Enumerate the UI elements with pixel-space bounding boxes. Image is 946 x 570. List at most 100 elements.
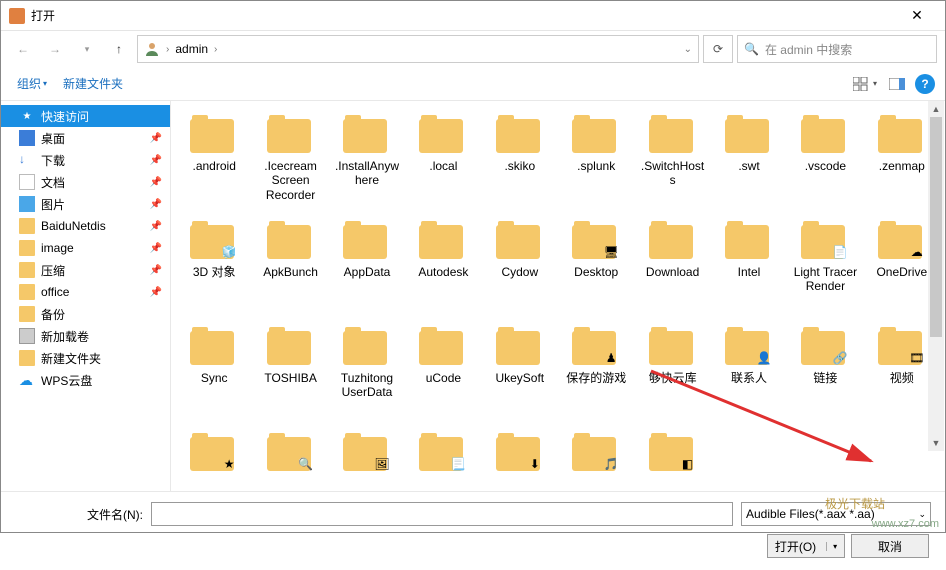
file-item[interactable]: 🔍 xyxy=(253,429,327,491)
sidebar-item-2[interactable]: 下载📌 xyxy=(1,149,170,171)
file-item[interactable]: .SwitchHost s xyxy=(635,111,709,215)
up-button[interactable]: ↑ xyxy=(105,35,133,63)
sidebar-item-1[interactable]: 桌面📌 xyxy=(1,127,170,149)
file-item-label: 保存的游戏 xyxy=(566,371,626,385)
file-item[interactable]: 👤联系人 xyxy=(712,323,786,427)
file-item[interactable]: 📄Light Tracer Render xyxy=(788,217,862,321)
sidebar-item-label: 桌面 xyxy=(41,130,65,147)
folder-icon xyxy=(19,350,35,366)
file-item-label: .zenmap xyxy=(879,159,925,173)
folder-icon xyxy=(419,221,467,261)
sidebar-item-3[interactable]: 文档📌 xyxy=(1,171,170,193)
help-button[interactable]: ? xyxy=(915,74,935,94)
file-item[interactable]: 🎵 xyxy=(559,429,633,491)
file-item[interactable]: Autodesk xyxy=(406,217,480,321)
file-item[interactable]: 🔗链接 xyxy=(788,323,862,427)
new-folder-button[interactable]: 新建文件夹 xyxy=(57,71,129,96)
sidebar-item-12[interactable]: WPS云盘 xyxy=(1,369,170,391)
file-item-label: 够快云库 xyxy=(649,371,697,385)
dropdown-history[interactable]: ▾ xyxy=(73,35,101,63)
file-item[interactable]: .InstallAnyw here xyxy=(330,111,404,215)
file-item[interactable]: TOSHIBA xyxy=(253,323,327,427)
sidebar-item-9[interactable]: 备份 xyxy=(1,303,170,325)
sidebar-item-10[interactable]: 新加载卷 xyxy=(1,325,170,347)
file-item[interactable]: .local xyxy=(406,111,480,215)
forward-button[interactable]: → xyxy=(41,35,69,63)
file-item[interactable]: Intel xyxy=(712,217,786,321)
address-bar[interactable]: › admin › ⌄ xyxy=(137,35,699,63)
view-mode-button[interactable]: ▾ xyxy=(851,72,879,96)
link-icon: 🔗 xyxy=(831,349,849,367)
file-item[interactable]: 📃 xyxy=(406,429,480,491)
refresh-button[interactable]: ⟳ xyxy=(703,35,733,63)
down-icon: ⬇ xyxy=(526,455,544,473)
fav-icon: ★ xyxy=(220,455,238,473)
watermark-site: www.xz7.com xyxy=(872,518,939,530)
contact-icon: 👤 xyxy=(755,349,773,367)
file-item[interactable]: 够快云库 xyxy=(635,323,709,427)
folder-icon xyxy=(19,240,35,256)
sidebar-item-0[interactable]: 快速访问 xyxy=(1,105,170,127)
file-item-label: ApkBunch xyxy=(263,265,318,279)
cancel-button[interactable]: 取消 xyxy=(851,534,929,558)
sidebar-item-11[interactable]: 新建文件夹 xyxy=(1,347,170,369)
file-item[interactable]: .skiko xyxy=(483,111,557,215)
sidebar-item-7[interactable]: 压缩📌 xyxy=(1,259,170,281)
file-item[interactable]: .vscode xyxy=(788,111,862,215)
filename-input[interactable] xyxy=(151,502,733,526)
search-input[interactable]: 🔍 在 admin 中搜索 xyxy=(737,35,937,63)
sidebar-item-5[interactable]: BaiduNetdis📌 xyxy=(1,215,170,237)
file-item[interactable]: .android xyxy=(177,111,251,215)
file-item[interactable]: ⬇ xyxy=(483,429,557,491)
back-button[interactable]: ← xyxy=(9,35,37,63)
file-item[interactable]: 🖼 xyxy=(330,429,404,491)
file-item[interactable]: uCode xyxy=(406,323,480,427)
file-item[interactable]: Sync xyxy=(177,323,251,427)
cloud-icon: ☁ xyxy=(908,243,926,261)
game-icon: ♟ xyxy=(602,349,620,367)
folder-icon xyxy=(496,221,544,261)
file-item-label: AppData xyxy=(344,265,391,279)
toolbar: 组织 ▾ 新建文件夹 ▾ ? xyxy=(1,67,945,101)
preview-pane-button[interactable] xyxy=(883,72,911,96)
sidebar-item-label: image xyxy=(41,241,74,255)
file-item-label: 视频 xyxy=(890,371,914,385)
file-item[interactable]: 🖥Desktop xyxy=(559,217,633,321)
sidebar-item-6[interactable]: image📌 xyxy=(1,237,170,259)
sidebar-item-label: office xyxy=(41,285,69,299)
file-item[interactable]: .splunk xyxy=(559,111,633,215)
file-item[interactable]: AppData xyxy=(330,217,404,321)
sidebar-item-8[interactable]: office📌 xyxy=(1,281,170,303)
scroll-down-icon[interactable]: ▼ xyxy=(928,435,944,451)
purple-icon: ◧ xyxy=(679,455,697,473)
file-item[interactable]: 🧊3D 对象 xyxy=(177,217,251,321)
folder-icon: ★ xyxy=(190,433,238,473)
breadcrumb-user[interactable]: admin xyxy=(175,42,208,56)
file-item[interactable]: Cydow xyxy=(483,217,557,321)
pin-icon: 📌 xyxy=(150,221,162,232)
file-item[interactable]: ApkBunch xyxy=(253,217,327,321)
scroll-up-icon[interactable]: ▲ xyxy=(928,101,944,117)
file-item[interactable]: .swt xyxy=(712,111,786,215)
sidebar-item-4[interactable]: 图片📌 xyxy=(1,193,170,215)
watermark-label: 极光下载站 xyxy=(825,495,885,512)
scrollbar-thumb[interactable] xyxy=(930,117,942,337)
file-item[interactable]: ♟ 保存的游戏 xyxy=(559,323,633,427)
file-item[interactable]: UkeySoft xyxy=(483,323,557,427)
file-item-label: uCode xyxy=(426,371,461,385)
organize-menu[interactable]: 组织 ▾ xyxy=(11,71,53,96)
folder-icon: 👤 xyxy=(725,327,773,367)
scrollbar-vertical[interactable]: ▲ ▼ xyxy=(928,101,944,451)
file-item[interactable]: ◧ xyxy=(635,429,709,491)
pin-icon: 📌 xyxy=(150,155,162,166)
open-button[interactable]: 打开(O) xyxy=(767,534,845,558)
file-item[interactable]: .Icecream Screen Recorder xyxy=(253,111,327,215)
chevron-down-icon[interactable]: ⌄ xyxy=(684,44,692,55)
file-item[interactable]: ★ xyxy=(177,429,251,491)
file-item-label: .swt xyxy=(738,159,759,173)
file-item[interactable]: Download xyxy=(635,217,709,321)
filename-label: 文件名(N): xyxy=(15,506,143,523)
close-button[interactable]: ✕ xyxy=(897,7,937,24)
pin-icon: 📌 xyxy=(150,177,162,188)
file-item[interactable]: Tuzhitong UserData xyxy=(330,323,404,427)
